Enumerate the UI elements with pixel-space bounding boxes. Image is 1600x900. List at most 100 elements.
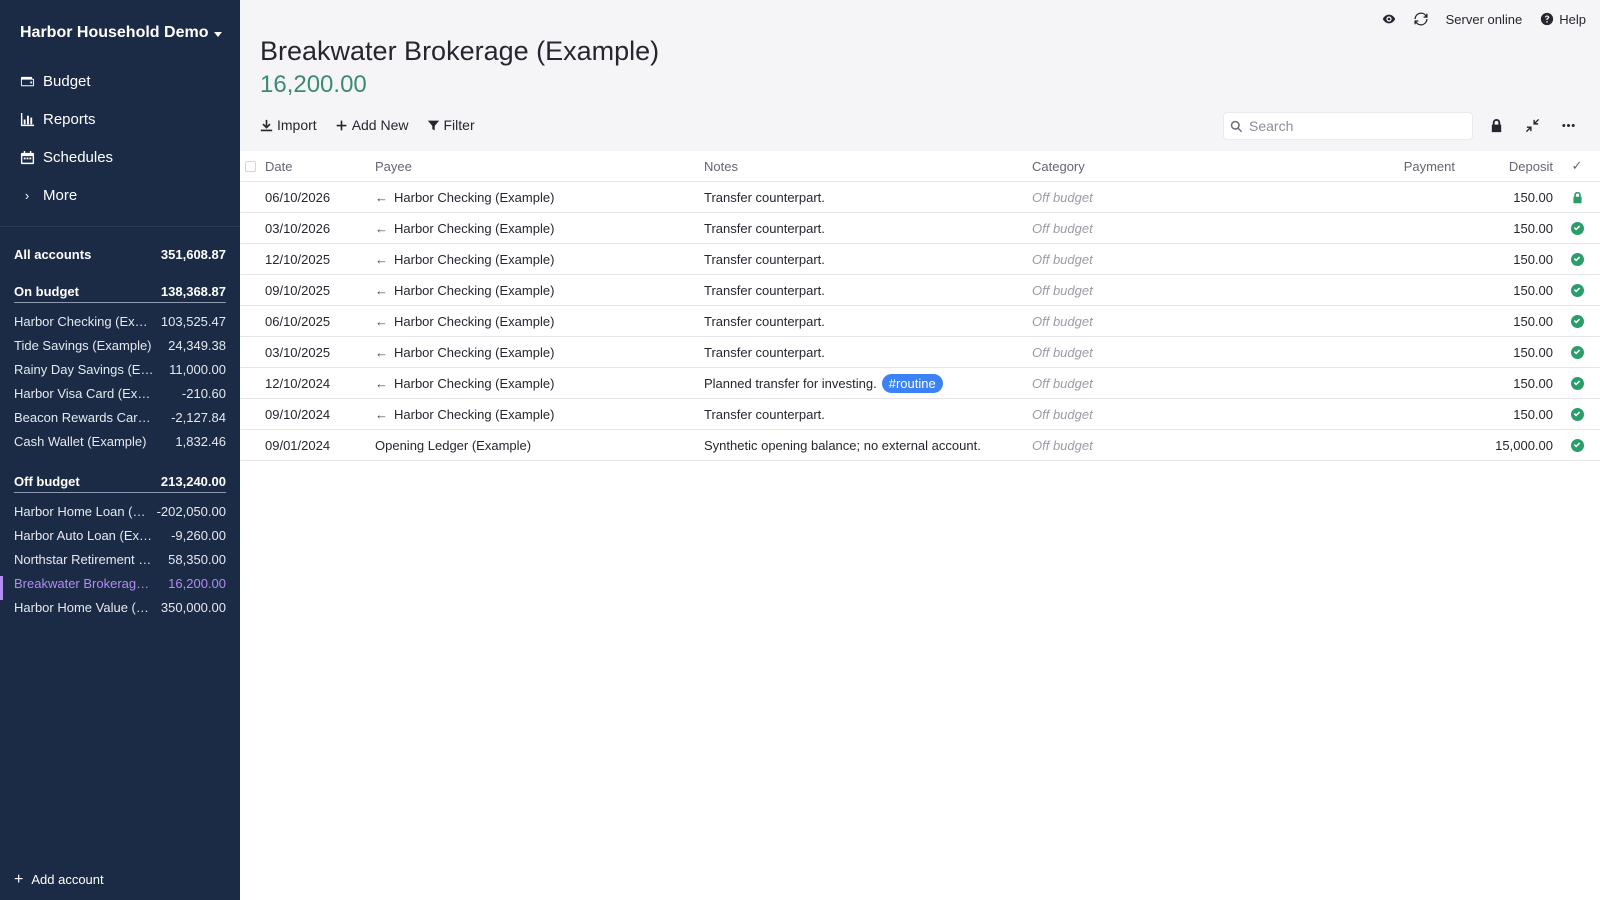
table-row[interactable]: 09/10/2024 ← Harbor Checking (Example) Tran… — [240, 399, 1600, 430]
sidebar-item-budget[interactable]: Budget — [0, 62, 240, 100]
reconciled-lock-icon[interactable] — [1570, 190, 1584, 204]
cell-date[interactable]: 03/10/2025 — [265, 345, 330, 360]
account-balance-total[interactable]: 16,200.00 — [260, 71, 367, 99]
cell-category[interactable]: Off budget — [1032, 283, 1093, 298]
sidebar-item-schedules[interactable]: Schedules — [0, 138, 240, 176]
header-deposit[interactable]: Deposit — [1509, 159, 1553, 174]
cell-category[interactable]: Off budget — [1032, 190, 1093, 205]
help-button[interactable]: Help — [1540, 12, 1586, 27]
table-row[interactable]: 03/10/2025 ← Harbor Checking (Example) Tran… — [240, 337, 1600, 368]
account-row[interactable]: Harbor Visa Card (Example) -210.60 — [14, 381, 226, 405]
cell-date[interactable]: 12/10/2024 — [265, 376, 330, 391]
all-accounts-link[interactable]: All accounts 351,608.87 — [14, 243, 226, 265]
cell-notes[interactable]: Transfer counterpart. — [704, 283, 825, 298]
cell-category[interactable]: Off budget — [1032, 221, 1093, 236]
cell-notes[interactable]: Transfer counterpart. — [704, 252, 825, 267]
cell-date[interactable]: 03/10/2026 — [265, 221, 330, 236]
account-row[interactable]: Harbor Home Value (Example) 350,000.00 — [14, 595, 226, 619]
header-payee[interactable]: Payee — [375, 159, 412, 174]
cell-date[interactable]: 09/01/2024 — [265, 438, 330, 453]
cell-category[interactable]: Off budget — [1032, 345, 1093, 360]
table-row[interactable]: 12/10/2024 ← Harbor Checking (Example) Plan… — [240, 368, 1600, 399]
cell-category[interactable]: Off budget — [1032, 376, 1093, 391]
cell-payee[interactable]: ← Harbor Checking (Example) — [375, 345, 554, 360]
account-row[interactable]: Cash Wallet (Example) 1,832.46 — [14, 429, 226, 453]
table-row[interactable]: 06/10/2025 ← Harbor Checking (Example) Tran… — [240, 306, 1600, 337]
off-budget-header[interactable]: Off budget 213,240.00 — [14, 471, 226, 493]
more-options-button[interactable] — [1560, 117, 1576, 133]
cell-notes[interactable]: Synthetic opening balance; no external a… — [704, 438, 981, 453]
add-account-button[interactable]: + Add account — [14, 872, 104, 888]
header-date[interactable]: Date — [265, 159, 292, 174]
cell-notes[interactable]: Transfer counterpart. — [704, 190, 825, 205]
cell-date[interactable]: 06/10/2025 — [265, 314, 330, 329]
cell-payee[interactable]: ← Harbor Checking (Example) — [375, 283, 554, 298]
cell-category[interactable]: Off budget — [1032, 314, 1093, 329]
cell-deposit[interactable]: 150.00 — [1513, 407, 1553, 422]
cell-payee[interactable]: ← Harbor Checking (Example) — [375, 190, 554, 205]
account-row[interactable]: Harbor Checking (Example) 103,525.47 — [14, 309, 226, 333]
tag-badge[interactable]: #routine — [881, 373, 943, 393]
cell-payee[interactable]: ← Harbor Checking (Example) — [375, 221, 554, 236]
cell-notes[interactable]: Transfer counterpart. — [704, 221, 825, 236]
table-row[interactable]: 09/10/2025 ← Harbor Checking (Example) Tran… — [240, 275, 1600, 306]
cell-payee[interactable]: ← Harbor Checking (Example) — [375, 407, 554, 422]
table-row[interactable]: 06/10/2026 ← Harbor Checking (Example) Tran… — [240, 182, 1600, 213]
header-notes[interactable]: Notes — [704, 159, 738, 174]
cell-notes[interactable]: Transfer counterpart. — [704, 345, 825, 360]
privacy-toggle-button[interactable] — [1382, 12, 1396, 26]
sidebar-item-more[interactable]: › More — [0, 176, 240, 214]
account-row[interactable]: Harbor Auto Loan (Example) -9,260.00 — [14, 523, 226, 547]
cell-date[interactable]: 06/10/2026 — [265, 190, 330, 205]
cell-deposit[interactable]: 150.00 — [1513, 345, 1553, 360]
cell-deposit[interactable]: 150.00 — [1513, 221, 1553, 236]
cleared-toggle[interactable] — [1570, 221, 1584, 235]
cleared-toggle[interactable] — [1570, 283, 1584, 297]
cell-payee[interactable]: ← Harbor Checking (Example) — [375, 314, 554, 329]
account-title[interactable]: Breakwater Brokerage (Example) — [260, 36, 659, 67]
table-row[interactable]: 09/01/2024 Opening Ledger (Example) Synthe… — [240, 430, 1600, 461]
account-row[interactable]: Tide Savings (Example) 24,349.38 — [14, 333, 226, 357]
cell-category[interactable]: Off budget — [1032, 438, 1093, 453]
header-payment[interactable]: Payment — [1404, 159, 1455, 174]
cell-deposit[interactable]: 150.00 — [1513, 283, 1553, 298]
cell-notes[interactable]: Planned transfer for investing. #routine — [704, 373, 943, 393]
header-category[interactable]: Category — [1032, 159, 1085, 174]
cell-category[interactable]: Off budget — [1032, 407, 1093, 422]
sidebar-item-reports[interactable]: Reports — [0, 100, 240, 138]
cleared-toggle[interactable] — [1570, 314, 1584, 328]
cell-deposit[interactable]: 150.00 — [1513, 314, 1553, 329]
cell-deposit[interactable]: 150.00 — [1513, 376, 1553, 391]
server-status[interactable]: Server online — [1446, 12, 1523, 27]
add-new-button[interactable]: Add New — [335, 117, 409, 133]
cell-notes[interactable]: Transfer counterpart. — [704, 314, 825, 329]
account-row[interactable]: Northstar Retirement (Example) 58,350.00 — [14, 547, 226, 571]
reconcile-lock-button[interactable] — [1488, 117, 1504, 133]
cell-notes[interactable]: Transfer counterpart. — [704, 407, 825, 422]
cell-payee[interactable]: ← Harbor Checking (Example) — [375, 376, 554, 391]
on-budget-header[interactable]: On budget 138,368.87 — [14, 281, 226, 303]
filter-button[interactable]: Filter — [427, 117, 475, 133]
cleared-toggle[interactable] — [1570, 407, 1584, 421]
import-button[interactable]: Import — [260, 117, 317, 133]
account-row[interactable]: Harbor Home Loan (Example)-202,050.00 — [14, 499, 226, 523]
header-cleared[interactable]: ✓ — [1570, 158, 1584, 173]
account-row-active[interactable]: Breakwater Brokerage (Example) 16,200.00 — [14, 571, 226, 595]
table-row[interactable]: 03/10/2026 ← Harbor Checking (Example) Tran… — [240, 213, 1600, 244]
search-box[interactable] — [1223, 112, 1473, 140]
cleared-toggle[interactable] — [1570, 438, 1584, 452]
cleared-toggle[interactable] — [1570, 376, 1584, 390]
cell-category[interactable]: Off budget — [1032, 252, 1093, 267]
cell-deposit[interactable]: 15,000.00 — [1495, 438, 1553, 453]
budget-name-menu[interactable]: Harbor Household Demo — [20, 24, 223, 42]
cell-deposit[interactable]: 150.00 — [1513, 252, 1553, 267]
account-row[interactable]: Rainy Day Savings (Example) 11,000.00 — [14, 357, 226, 381]
cell-deposit[interactable]: 150.00 — [1513, 190, 1553, 205]
cell-payee[interactable]: Opening Ledger (Example) — [375, 438, 531, 453]
cleared-toggle[interactable] — [1570, 252, 1584, 266]
collapse-button[interactable] — [1524, 117, 1540, 133]
sync-button[interactable] — [1414, 12, 1428, 26]
cleared-toggle[interactable] — [1570, 345, 1584, 359]
cell-date[interactable]: 12/10/2025 — [265, 252, 330, 267]
search-input[interactable] — [1249, 118, 1459, 134]
